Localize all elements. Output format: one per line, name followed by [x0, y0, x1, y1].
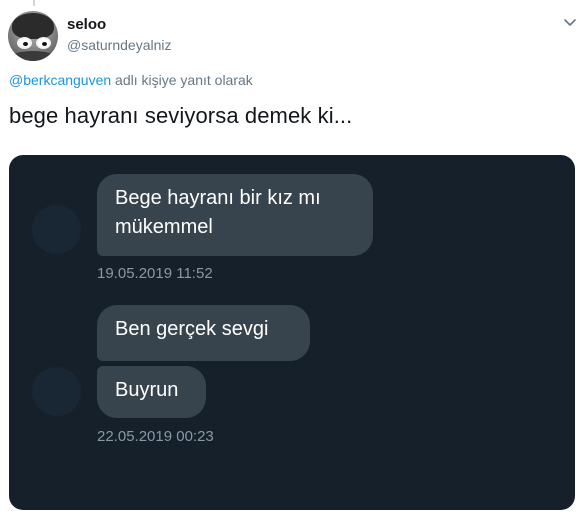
author-display-name[interactable]: seloo [67, 16, 106, 33]
tweet-media-screenshot[interactable]: Bege hayranı bir kız mı mükemmel 19.05.2… [9, 155, 575, 510]
tweet-text: bege hayranı seviyorsa demek ki... [9, 103, 353, 128]
chat-avatar [32, 205, 81, 254]
avatar-sunglasses [17, 37, 51, 49]
chat-bubble: Bege hayranı bir kız mı mükemmel [97, 174, 373, 256]
chat-timestamp: 22.05.2019 00:23 [97, 428, 214, 445]
author-handle[interactable]: @saturndeyalniz [67, 37, 172, 53]
author-avatar[interactable] [8, 11, 58, 61]
reply-mention-link[interactable]: @berkcanguven [9, 72, 111, 88]
chat-message-line: Bege hayranı bir kız mı [115, 187, 321, 209]
reply-context-suffix: adlı kişiye yanıt olarak [111, 72, 253, 88]
chat-bubble: Ben gerçek sevgi [97, 305, 310, 361]
chat-timestamp: 19.05.2019 11:52 [97, 265, 213, 282]
avatar-hair [12, 13, 54, 39]
chat-avatar [32, 367, 81, 416]
thread-connector-line [33, 0, 35, 6]
chat-bubble: Buyrun [97, 366, 206, 418]
reply-context: @berkcanguven adlı kişiye yanıt olarak [9, 72, 253, 88]
chevron-down-icon[interactable] [562, 14, 578, 30]
chat-message-line: mükemmel [115, 216, 213, 238]
